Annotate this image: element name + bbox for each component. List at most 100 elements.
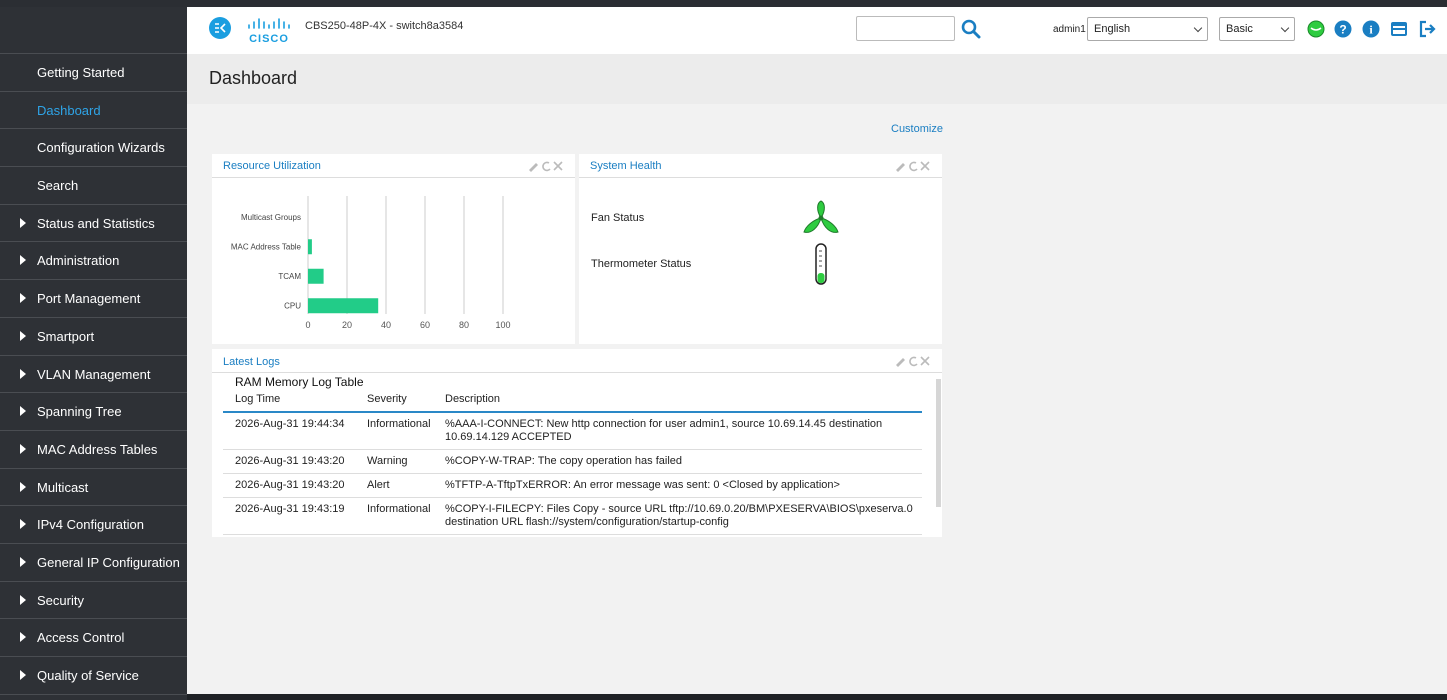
fan-icon xyxy=(803,200,839,233)
log-description-cell: %TFTP-A-TftpTxERROR: An error message wa… xyxy=(433,473,922,498)
sidebar-item-multicast[interactable]: Multicast xyxy=(0,469,187,507)
caret-right-icon xyxy=(20,217,26,228)
caret-right-icon xyxy=(20,670,26,680)
sidebar-item-label: Access Control xyxy=(37,630,125,646)
log-description-line: destination URL flash://system/configura… xyxy=(445,516,729,528)
sidebar-item-getting-started[interactable]: Getting Started xyxy=(0,54,187,92)
caret-right-icon xyxy=(20,368,26,379)
window-top-strip xyxy=(0,0,1447,7)
search-input[interactable] xyxy=(856,16,955,41)
edit-icon[interactable] xyxy=(529,163,538,172)
edit-icon[interactable] xyxy=(896,163,905,172)
sidebar-item-label: Quality of Service xyxy=(37,668,139,683)
x-tick-label: 100 xyxy=(495,320,510,330)
sidebar-item-dashboard[interactable]: Dashboard xyxy=(0,92,187,130)
sidebar-item-spanning-tree[interactable]: Spanning Tree xyxy=(0,393,187,431)
sidebar-item-port-management[interactable]: Port Management xyxy=(0,280,187,318)
sidebar-item-label: Port Management xyxy=(37,291,141,307)
log-description-line: 10.69.14.129 ACCEPTED xyxy=(445,431,572,443)
language-select[interactable]: English xyxy=(1087,17,1208,41)
log-severity-cell: Informational xyxy=(355,497,433,535)
sidebar-item-search[interactable]: Search xyxy=(0,167,187,205)
sidebar-item-access-control[interactable]: Access Control xyxy=(0,619,187,657)
search-icon[interactable] xyxy=(961,19,981,39)
bar xyxy=(308,268,324,284)
refresh-icon[interactable] xyxy=(542,161,551,172)
log-description-line: %AAA-I-CONNECT: New http connection for … xyxy=(445,418,883,430)
panel-title: Resource Utilization xyxy=(223,160,321,172)
sidebar-item-label: Smartport xyxy=(37,328,95,344)
column-header[interactable]: Severity xyxy=(355,392,433,413)
sidebar-item-general-ip-configuration[interactable]: General IP Configuration xyxy=(0,544,187,582)
language-select-value: English xyxy=(1094,23,1131,35)
sidebar-nav-list: Getting Started Dashboard Configuration Wi… xyxy=(0,54,187,695)
bar xyxy=(308,298,379,314)
system-health-panel: System Health Fan Status Thermometer Sta… xyxy=(579,154,942,344)
caret-right-icon xyxy=(20,293,26,304)
sidebar-header xyxy=(0,7,187,54)
sidebar-item-label: Spanning Tree xyxy=(37,404,122,420)
log-severity-cell: Warning xyxy=(355,449,433,474)
refresh-icon[interactable] xyxy=(909,356,918,367)
sidebar-item-status-and-statistics[interactable]: Status and Statistics xyxy=(0,205,187,243)
log-description-cell: %COPY-I-FILECPY: Files Copy - source URL… xyxy=(433,497,922,535)
sidebar: Getting Started Dashboard Configuration Wi… xyxy=(0,7,187,700)
y-category-label: TCAM xyxy=(278,272,301,281)
scrollbar[interactable] xyxy=(936,379,941,507)
sidebar-item-ipv4-configuration[interactable]: IPv4 Configuration xyxy=(0,506,187,544)
sidebar-item-quality-of-service[interactable]: Quality of Service xyxy=(0,657,187,695)
close-icon[interactable] xyxy=(920,356,930,366)
sidebar-item-vlan-management[interactable]: VLAN Management xyxy=(0,356,187,394)
sidebar-item-label: Status and Statistics xyxy=(37,215,155,231)
caret-right-icon xyxy=(20,330,26,341)
panel-tools xyxy=(896,161,930,172)
caret-right-icon xyxy=(20,443,26,454)
log-time-cell: 2026-Aug-31 19:43:19 xyxy=(223,497,355,535)
sidebar-item-security[interactable]: Security xyxy=(0,582,187,620)
resource-utilization-panel: Resource Utilization 0 20 40 60 80 100 Multica… xyxy=(212,154,575,344)
close-icon[interactable] xyxy=(920,161,930,171)
help-icon[interactable]: ? xyxy=(1334,20,1352,38)
logout-icon[interactable] xyxy=(1418,20,1436,38)
sidebar-item-label: Search xyxy=(37,178,79,194)
table-row: 2026-Aug-31 19:43:19 Informational %COPY-I… xyxy=(223,497,922,535)
column-header[interactable]: Log Time xyxy=(223,392,355,413)
table-row: 2026-Aug-31 19:43:20 Alert %TFTP-A-TftpTxE… xyxy=(223,473,922,498)
table-row: 2026-Aug-31 19:43:20 Warning %COPY-W-TRAP:… xyxy=(223,449,922,474)
log-time-cell: 2026-Aug-31 19:43:20 xyxy=(223,473,355,498)
sidebar-item-mac-address-tables[interactable]: MAC Address Tables xyxy=(0,431,187,469)
log-description-line: %COPY-I-FILECPY: Files Copy - source URL… xyxy=(445,503,913,515)
sidebar-item-label: General IP Configuration xyxy=(37,554,180,570)
close-icon[interactable] xyxy=(553,161,563,171)
info-icon[interactable]: i xyxy=(1362,20,1380,38)
x-tick-label: 60 xyxy=(420,320,430,330)
refresh-icon[interactable] xyxy=(909,161,918,172)
menu-toggle-icon[interactable] xyxy=(209,17,231,39)
device-name: CBS250-48P-4X - switch8a3584 xyxy=(305,20,464,32)
caret-right-icon xyxy=(20,556,26,567)
sidebar-item-administration[interactable]: Administration xyxy=(0,242,187,281)
mode-select-value: Basic xyxy=(1226,23,1253,35)
log-severity-cell: Alert xyxy=(355,473,433,498)
fan-status-label: Fan Status xyxy=(591,212,645,224)
log-time-cell: 2026-Aug-31 19:44:34 xyxy=(223,412,355,450)
svg-text:CISCO: CISCO xyxy=(249,33,289,44)
column-header[interactable]: Description xyxy=(433,392,922,413)
sidebar-item-configuration-wizards[interactable]: Configuration Wizards xyxy=(0,129,187,168)
table-row: 2026-Aug-31 19:44:34 Informational %AAA-I-… xyxy=(223,412,922,450)
x-tick-label: 40 xyxy=(381,320,391,330)
x-tick-label: 0 xyxy=(305,320,310,330)
sidebar-item-label: Dashboard xyxy=(37,102,101,118)
caret-right-icon xyxy=(20,632,26,643)
customize-link[interactable]: Customize xyxy=(891,123,943,135)
thermometer-status-label: Thermometer Status xyxy=(591,258,692,270)
caret-right-icon xyxy=(20,519,26,530)
mode-select[interactable]: Basic xyxy=(1219,17,1295,41)
cisco-logo: CISCO xyxy=(248,18,290,44)
sidebar-item-smartport[interactable]: Smartport xyxy=(0,318,187,356)
system-status-icon[interactable] xyxy=(1307,20,1325,38)
edit-icon[interactable] xyxy=(896,358,905,367)
y-category-label: Multicast Groups xyxy=(241,213,301,222)
cli-icon[interactable] xyxy=(1390,20,1408,38)
main-content: Dashboard Customize Resource Utilization… xyxy=(187,54,1447,694)
